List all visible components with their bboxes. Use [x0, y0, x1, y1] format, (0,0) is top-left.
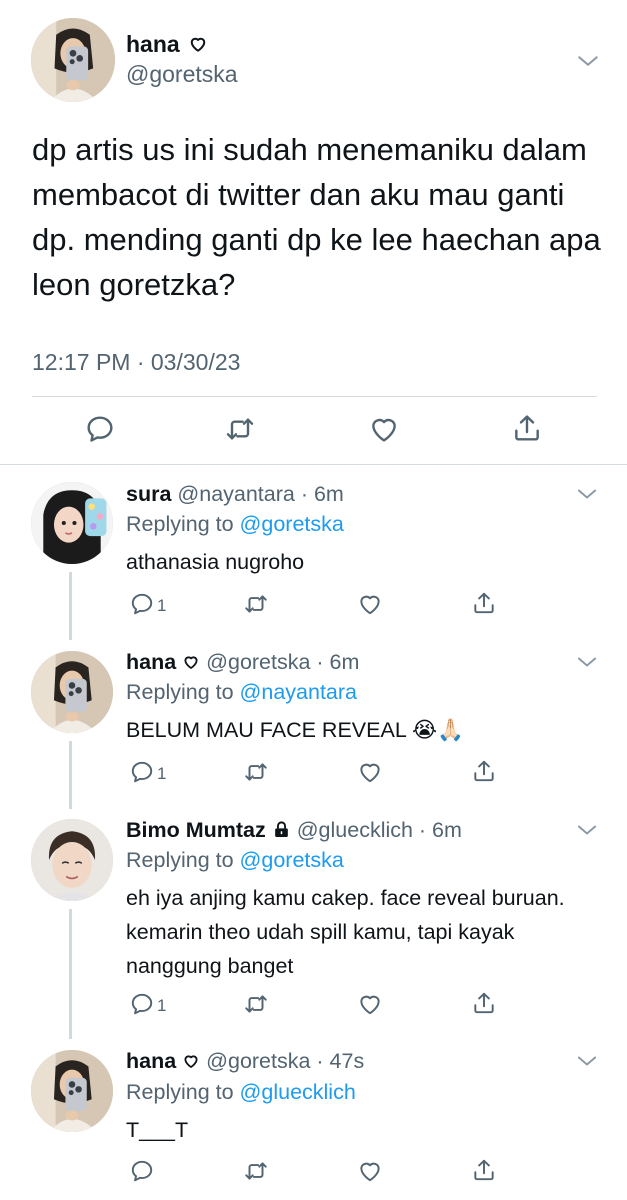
- mention-link[interactable]: @nayantara: [240, 680, 357, 704]
- avatar[interactable]: [31, 651, 113, 733]
- share-icon[interactable]: [471, 758, 497, 784]
- reply-header: hana @goretska · 6m: [126, 649, 359, 675]
- avatar[interactable]: [31, 18, 115, 102]
- author-name[interactable]: hana: [126, 1049, 176, 1073]
- reply-count: 1: [157, 596, 167, 615]
- heart-outline-icon: [188, 34, 208, 54]
- reply-text: T___T: [126, 1118, 189, 1142]
- author-handle-age[interactable]: @goretska · 47s: [206, 1049, 364, 1073]
- retweet-icon[interactable]: [224, 413, 256, 445]
- like-icon[interactable]: [357, 991, 383, 1017]
- replying-to: Replying to @nayantara: [126, 679, 357, 705]
- replying-to: Replying to @goretska: [126, 847, 344, 873]
- reply-icon[interactable]: [129, 991, 155, 1017]
- chevron-down-icon[interactable]: [573, 46, 603, 76]
- tweet-timestamp[interactable]: 12:17 PM · 03/30/23: [32, 348, 240, 376]
- author-name[interactable]: Bimo Mumtaz: [126, 818, 266, 842]
- reply-count: 1: [157, 996, 167, 1015]
- avatar[interactable]: [31, 819, 113, 901]
- divider: [32, 396, 597, 397]
- author-handle[interactable]: @goretska: [126, 60, 238, 88]
- heart-outline-icon: [182, 1052, 200, 1070]
- thread-line: [69, 572, 72, 640]
- retweet-icon[interactable]: [243, 591, 269, 617]
- like-icon[interactable]: [368, 413, 400, 445]
- chevron-down-icon[interactable]: [573, 480, 601, 508]
- share-icon[interactable]: [471, 990, 497, 1016]
- share-icon[interactable]: [511, 412, 543, 444]
- avatar[interactable]: [31, 482, 113, 564]
- reply-count: 1: [157, 764, 167, 783]
- tweet-text: dp artis us ini sudah menemaniku dalam m…: [32, 132, 601, 302]
- reply-text: athanasia nugroho: [126, 550, 305, 574]
- reply-icon[interactable]: [129, 759, 155, 785]
- lock-icon: [272, 820, 291, 839]
- divider: [0, 464, 627, 465]
- reply-header: hana @goretska · 47s: [126, 1048, 364, 1074]
- author-handle-age[interactable]: @nayantara · 6m: [177, 482, 343, 506]
- share-icon[interactable]: [471, 1157, 497, 1183]
- emoji: 😭🙏🏻: [411, 718, 464, 742]
- like-icon[interactable]: [357, 759, 383, 785]
- retweet-icon[interactable]: [243, 759, 269, 785]
- replying-to: Replying to @goretska: [126, 511, 344, 537]
- reply-header: Bimo Mumtaz @gluecklich · 6m: [126, 817, 462, 843]
- reply-icon[interactable]: [129, 1158, 155, 1184]
- mention-link[interactable]: @goretska: [240, 848, 344, 872]
- mention-link[interactable]: @gluecklich: [240, 1080, 356, 1104]
- author-handle-age[interactable]: @goretska · 6m: [206, 650, 359, 674]
- reply-icon[interactable]: [84, 413, 116, 445]
- reply-icon[interactable]: [129, 591, 155, 617]
- mention-link[interactable]: @goretska: [240, 512, 344, 536]
- reply-header: sura @nayantara · 6m: [126, 481, 344, 507]
- chevron-down-icon[interactable]: [573, 816, 601, 844]
- retweet-icon[interactable]: [243, 1158, 269, 1184]
- like-icon[interactable]: [357, 1158, 383, 1184]
- reply-text: BELUM MAU FACE REVEAL: [126, 718, 406, 742]
- share-icon[interactable]: [471, 590, 497, 616]
- replying-to-label: Replying to: [126, 848, 240, 872]
- avatar[interactable]: [31, 1050, 113, 1132]
- author-handle-age[interactable]: @gluecklich · 6m: [297, 818, 462, 842]
- replying-to-label: Replying to: [126, 512, 240, 536]
- like-icon[interactable]: [357, 591, 383, 617]
- replying-to-label: Replying to: [126, 1080, 240, 1104]
- chevron-down-icon[interactable]: [573, 648, 601, 676]
- replying-to: Replying to @gluecklich: [126, 1079, 356, 1105]
- author-name[interactable]: sura: [126, 482, 171, 506]
- author-name[interactable]: hana: [126, 650, 176, 674]
- heart-outline-icon: [182, 653, 200, 671]
- chevron-down-icon[interactable]: [573, 1047, 601, 1075]
- thread-line: [69, 741, 72, 809]
- retweet-icon[interactable]: [243, 991, 269, 1017]
- replying-to-label: Replying to: [126, 680, 240, 704]
- author-name[interactable]: hana: [126, 30, 208, 58]
- reply-text: eh iya anjing kamu cakep. face reveal bu…: [126, 886, 565, 978]
- reply-text-container: BELUM MAU FACE REVEAL 😭🙏🏻: [126, 713, 606, 747]
- author-name-text: hana: [126, 31, 180, 57]
- thread-line: [69, 909, 72, 1039]
